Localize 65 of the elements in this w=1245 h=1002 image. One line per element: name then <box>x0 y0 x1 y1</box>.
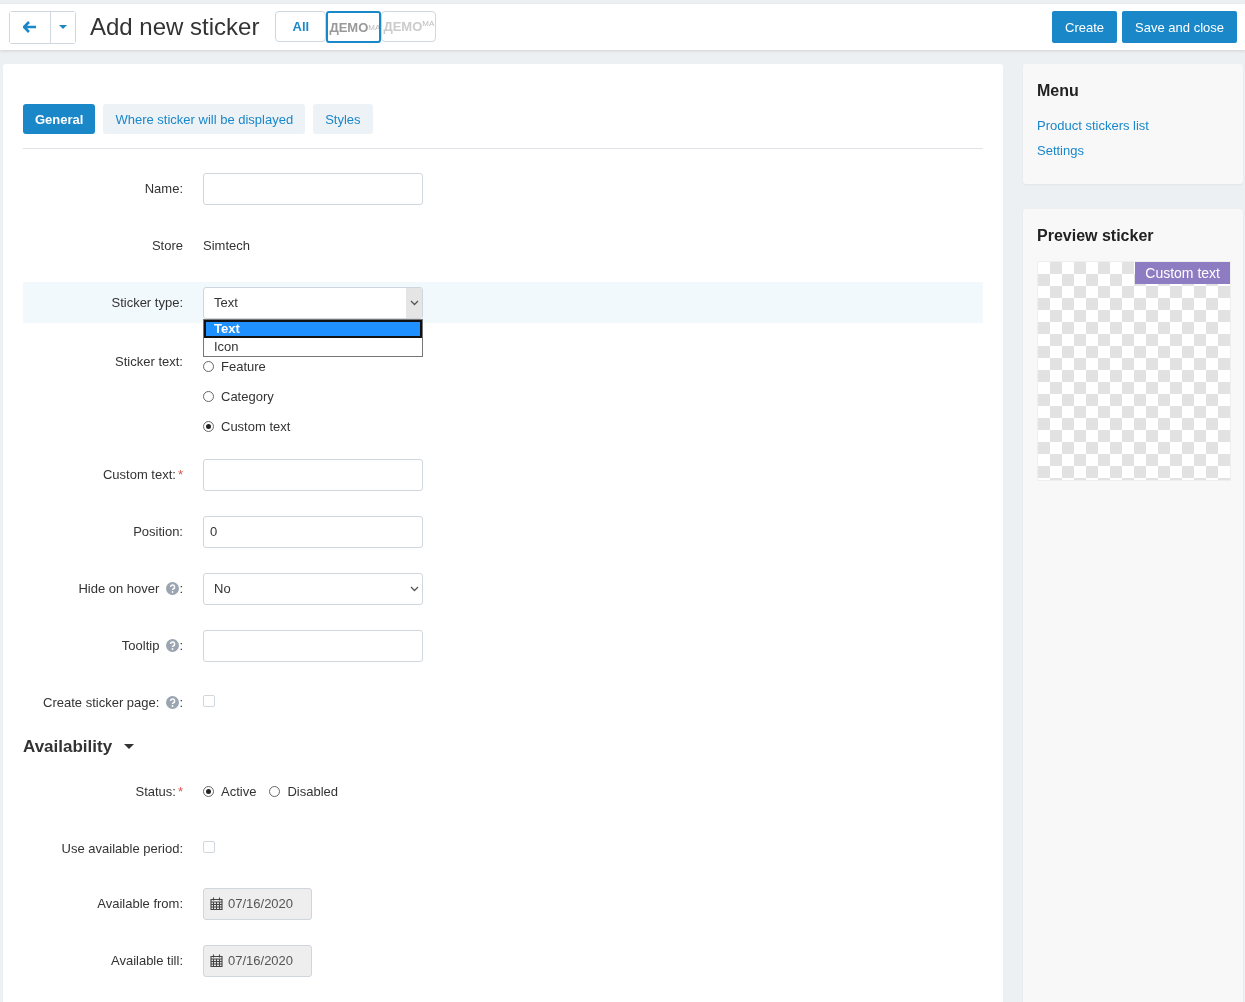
card-title: Menu <box>1037 82 1080 100</box>
field-label: Store <box>151 238 183 253</box>
tab[interactable]: Styles <box>313 104 373 134</box>
section-title: Availability <box>23 737 113 757</box>
radio-button[interactable] <box>203 361 214 372</box>
date-field[interactable]: 07/16/2020 <box>203 887 312 920</box>
radio-button[interactable] <box>269 786 281 797</box>
checkbox[interactable] <box>203 841 215 853</box>
field-label: Sticker text: <box>115 354 183 369</box>
chevron-icon <box>409 299 419 306</box>
select-field[interactable]: Text <box>203 286 423 319</box>
input-field[interactable] <box>203 458 423 491</box>
field-label: Use available period: <box>61 841 183 856</box>
storefront-button[interactable]: All <box>275 11 327 42</box>
field-label: Custom text: <box>102 467 176 482</box>
field-label: Name: <box>144 181 183 196</box>
caret-icon <box>59 24 67 30</box>
radio-button[interactable] <box>203 421 214 432</box>
field-label: Status: <box>135 784 176 799</box>
action-button[interactable]: Save and close <box>1122 11 1237 43</box>
colon: : <box>179 638 183 653</box>
radio-label: Feature <box>221 359 266 374</box>
calendar-icon <box>210 954 223 967</box>
calendar-icon <box>210 897 223 910</box>
required-mark: * <box>177 467 183 482</box>
radio-label: Disabled <box>287 784 338 799</box>
back-arrow-icon <box>23 21 37 33</box>
date-field[interactable]: 07/16/2020 <box>203 944 312 977</box>
chevron-icon <box>409 585 419 592</box>
field-label: Create sticker page: <box>43 695 160 710</box>
input-field[interactable]: 0 <box>203 515 423 548</box>
radio-button[interactable] <box>203 391 214 402</box>
select-field[interactable]: No <box>203 572 423 605</box>
menu-link[interactable]: Product stickers list <box>1037 118 1229 133</box>
radio-button[interactable] <box>203 786 214 797</box>
help-icon <box>166 696 180 709</box>
radio-label: Category <box>221 389 274 404</box>
colon: : <box>179 695 183 710</box>
required-mark: * <box>177 784 183 799</box>
help-icon <box>166 582 180 595</box>
input-field[interactable] <box>203 172 423 205</box>
caret-icon[interactable] <box>124 744 135 750</box>
tab[interactable]: Where sticker will be displayed <box>103 104 306 134</box>
field-label: Tooltip <box>121 638 160 653</box>
radio-label: Active <box>221 784 257 799</box>
dropdown-option[interactable]: Text <box>204 319 422 338</box>
field-label: Position: <box>133 524 183 539</box>
field-label: Sticker type: <box>111 295 183 310</box>
page-title: Add new sticker <box>90 13 260 41</box>
field-label: Hide on hover <box>78 581 160 596</box>
tab[interactable]: General <box>23 104 96 134</box>
field-label: Available till: <box>110 953 183 968</box>
radio-label: Custom text <box>221 419 291 434</box>
field-label: Available from: <box>97 896 183 911</box>
input-field[interactable] <box>203 629 423 662</box>
storefront-button[interactable]: ДЕМО$^{МА}$ <box>326 11 382 43</box>
help-icon <box>166 639 180 652</box>
action-button[interactable]: Create <box>1052 11 1118 43</box>
checkbox[interactable] <box>203 695 215 707</box>
sticker-label: Custom text <box>1135 262 1230 284</box>
menu-link[interactable]: Settings <box>1037 143 1229 158</box>
colon: : <box>179 581 183 596</box>
dropdown-option[interactable]: Icon <box>204 337 422 356</box>
card-title: Preview sticker <box>1037 227 1155 245</box>
field-value: Simtech <box>203 238 250 253</box>
